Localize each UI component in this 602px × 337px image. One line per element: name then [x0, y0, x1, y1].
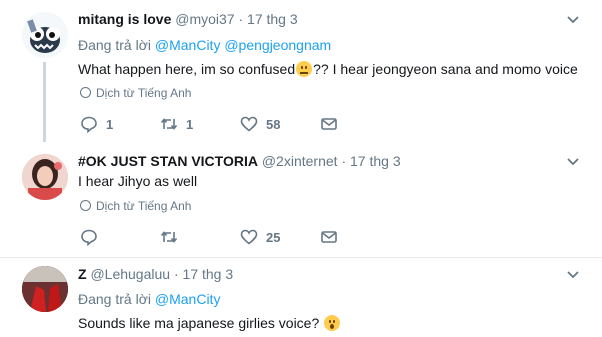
replying-to: Đang trả lời @ManCity: [78, 291, 220, 307]
like-count: 58: [266, 116, 281, 132]
direct-message-button[interactable]: [320, 226, 338, 248]
envelope-icon: [321, 231, 337, 243]
heart-icon: [240, 116, 258, 132]
mention-link[interactable]: @ManCity: [155, 291, 221, 307]
timestamp[interactable]: 17 thg 3: [350, 153, 401, 169]
chevron-down-icon[interactable]: [566, 13, 580, 27]
mention-link[interactable]: @ManCity: [155, 37, 221, 53]
translate-label: Dịch từ Tiếng Anh: [96, 86, 192, 100]
envelope-icon: [321, 118, 337, 130]
tweet-text: Sounds like ma japanese girlies voice?: [78, 315, 341, 331]
username[interactable]: @Lehugaluu: [90, 266, 170, 282]
like-button[interactable]: 25: [240, 226, 280, 248]
chevron-down-icon[interactable]: [566, 268, 580, 282]
translate-label: Dịch từ Tiếng Anh: [96, 199, 192, 213]
separator-dot: ·: [341, 153, 347, 169]
like-button[interactable]: 58: [240, 113, 280, 135]
tweet-text-part: What happen here, im so confused: [78, 61, 296, 77]
tweet-text-part: ?? I hear jeongyeon sana and momo voice: [313, 61, 578, 77]
replying-to: Đang trả lời @ManCity @pengjeongnam: [78, 37, 331, 53]
tweet-text: I hear Jihyo as well: [78, 173, 198, 189]
display-name[interactable]: #OK JUST STAN VICTORIA: [78, 153, 258, 169]
separator-dot: ·: [173, 266, 179, 282]
retweet-icon: [160, 231, 178, 243]
globe-icon: [80, 200, 91, 211]
replying-to-label: Đang trả lời: [78, 291, 151, 307]
tweet-actions: 25: [80, 226, 340, 248]
reply-button[interactable]: 1: [80, 113, 113, 135]
surprised-face-emoji-icon: [324, 315, 341, 331]
avatar-photo-icon: [22, 266, 68, 312]
retweet-button[interactable]: [160, 226, 186, 248]
avatar-photo-icon: [22, 154, 68, 200]
tweet-text-part: Sounds like ma japanese girlies voice?: [78, 315, 320, 331]
tweet-header: #OK JUST STAN VICTORIA @2xinternet · 17 …: [78, 153, 401, 169]
tweet-2[interactable]: #OK JUST STAN VICTORIA @2xinternet · 17 …: [0, 140, 602, 258]
avatar[interactable]: [22, 266, 68, 312]
tweet-3[interactable]: Z @Lehugaluu · 17 thg 3 Đang trả lời @Ma…: [0, 258, 602, 337]
timestamp[interactable]: 17 thg 3: [183, 266, 234, 282]
heart-icon: [240, 229, 258, 245]
timestamp[interactable]: 17 thg 3: [247, 11, 298, 27]
tweet-1[interactable]: mitang is love @myoi37 · 17 thg 3 Đang t…: [0, 0, 602, 142]
like-count: 25: [266, 229, 281, 245]
reply-icon: [81, 229, 97, 246]
reply-count: 1: [106, 116, 114, 132]
avatar-cartoon-icon: [27, 19, 60, 53]
direct-message-button[interactable]: [320, 113, 338, 135]
globe-icon: [80, 87, 91, 98]
mention-link[interactable]: @pengjeongnam: [224, 37, 331, 53]
retweet-button[interactable]: 1: [160, 113, 193, 135]
replying-to-label: Đang trả lời: [78, 37, 151, 53]
tweet-header: Z @Lehugaluu · 17 thg 3: [78, 266, 233, 282]
reply-button[interactable]: [80, 226, 106, 248]
reply-icon: [81, 116, 97, 133]
avatar[interactable]: [22, 154, 68, 200]
tweet-text: What happen here, im so confused ?? I hea…: [78, 61, 578, 77]
thread-line: [43, 62, 46, 142]
retweet-count: 1: [186, 116, 194, 132]
separator-dot: ·: [238, 11, 244, 27]
display-name[interactable]: Z: [78, 266, 87, 282]
chevron-down-icon[interactable]: [566, 155, 580, 169]
tweet-header: mitang is love @myoi37 · 17 thg 3: [78, 11, 298, 27]
translate-link[interactable]: Dịch từ Tiếng Anh: [80, 86, 191, 100]
confused-face-emoji-icon: [296, 61, 313, 77]
avatar[interactable]: [22, 12, 68, 58]
translate-link[interactable]: Dịch từ Tiếng Anh: [80, 199, 191, 213]
display-name[interactable]: mitang is love: [78, 11, 171, 27]
retweet-icon: [160, 118, 178, 130]
tweet-actions: 1 1 58: [80, 113, 340, 135]
username[interactable]: @myoi37: [175, 11, 234, 27]
username[interactable]: @2xinternet: [262, 153, 338, 169]
